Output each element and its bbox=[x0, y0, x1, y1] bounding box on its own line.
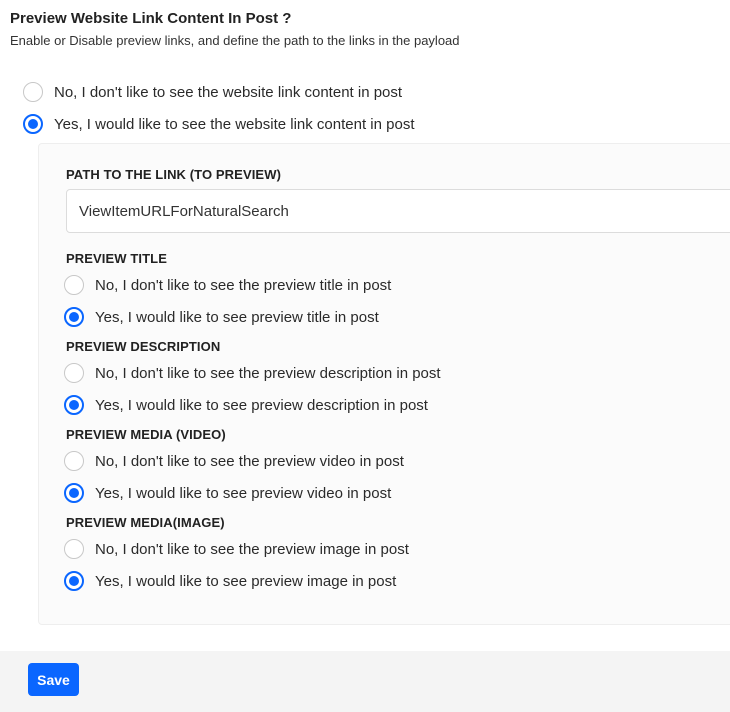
preview-image-label: PREVIEW MEDIA(IMAGE) bbox=[66, 515, 225, 530]
preview-link-no-option[interactable]: No, I don't like to see the website link… bbox=[23, 80, 402, 104]
preview-description-no-label: No, I don't like to see the preview desc… bbox=[95, 364, 441, 382]
preview-link-no-radio[interactable] bbox=[23, 82, 43, 102]
preview-video-no-option[interactable]: No, I don't like to see the preview vide… bbox=[64, 449, 404, 473]
preview-title-label: PREVIEW TITLE bbox=[66, 251, 167, 266]
preview-title-yes-label: Yes, I would like to see preview title i… bbox=[95, 308, 379, 326]
preview-title-no-label: No, I don't like to see the preview titl… bbox=[95, 276, 392, 294]
preview-video-yes-option[interactable]: Yes, I would like to see preview video i… bbox=[64, 481, 391, 505]
preview-description-label: PREVIEW DESCRIPTION bbox=[66, 339, 221, 354]
preview-title-no-radio[interactable] bbox=[64, 275, 84, 295]
path-label: PATH TO THE LINK (TO PREVIEW) bbox=[66, 167, 281, 182]
preview-description-yes-radio[interactable] bbox=[64, 395, 84, 415]
preview-link-no-label: No, I don't like to see the website link… bbox=[54, 83, 403, 101]
preview-title-yes-radio[interactable] bbox=[64, 307, 84, 327]
preview-description-yes-label: Yes, I would like to see preview descrip… bbox=[95, 396, 428, 414]
preview-title-yes-option[interactable]: Yes, I would like to see preview title i… bbox=[64, 305, 379, 329]
preview-video-yes-radio[interactable] bbox=[64, 483, 84, 503]
preview-description-no-option[interactable]: No, I don't like to see the preview desc… bbox=[64, 361, 441, 385]
preview-video-no-label: No, I don't like to see the preview vide… bbox=[95, 452, 404, 470]
preview-image-yes-radio[interactable] bbox=[64, 571, 84, 591]
preview-video-label: PREVIEW MEDIA (VIDEO) bbox=[66, 427, 226, 442]
preview-link-yes-label: Yes, I would like to see the website lin… bbox=[54, 115, 415, 133]
preview-image-yes-label: Yes, I would like to see preview image i… bbox=[95, 572, 397, 590]
preview-image-no-option[interactable]: No, I don't like to see the preview imag… bbox=[64, 537, 409, 561]
preview-image-yes-option[interactable]: Yes, I would like to see preview image i… bbox=[64, 569, 396, 593]
preview-link-yes-radio[interactable] bbox=[23, 114, 43, 134]
section-description: Enable or Disable preview links, and def… bbox=[10, 33, 460, 48]
preview-description-no-radio[interactable] bbox=[64, 363, 84, 383]
preview-description-yes-option[interactable]: Yes, I would like to see preview descrip… bbox=[64, 393, 428, 417]
save-button[interactable]: Save bbox=[28, 663, 79, 696]
section-title: Preview Website Link Content In Post ? bbox=[10, 10, 292, 27]
preview-link-yes-option[interactable]: Yes, I would like to see the website lin… bbox=[23, 112, 415, 136]
footer-bar bbox=[0, 651, 730, 712]
preview-video-yes-label: Yes, I would like to see preview video i… bbox=[95, 484, 392, 502]
preview-video-no-radio[interactable] bbox=[64, 451, 84, 471]
preview-image-no-label: No, I don't like to see the preview imag… bbox=[95, 540, 409, 558]
preview-image-no-radio[interactable] bbox=[64, 539, 84, 559]
path-input[interactable] bbox=[66, 189, 730, 233]
preview-title-no-option[interactable]: No, I don't like to see the preview titl… bbox=[64, 273, 391, 297]
